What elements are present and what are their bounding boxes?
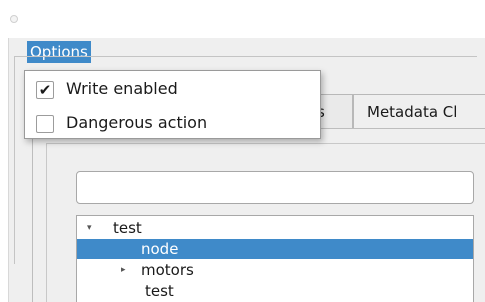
menu-item-write-enabled[interactable]: ✔ Write enabled (25, 72, 320, 105)
checkbox-unchecked-icon[interactable] (36, 115, 54, 133)
tree-row-label: motors (141, 261, 194, 279)
tree-row-node[interactable]: node (77, 239, 473, 259)
tree-row-label: test (145, 282, 174, 300)
tab-metadata[interactable]: Metadata Cl (353, 94, 485, 128)
menu-item-label: Dangerous action (66, 113, 208, 132)
tree-row-test-root[interactable]: ▾ test (77, 218, 473, 238)
tab-bar: s Metadata Cl (310, 94, 485, 128)
tree-row-test-child[interactable]: test (77, 281, 473, 301)
menu-item-dangerous-action[interactable]: Dangerous action (25, 106, 320, 139)
tree-row-label: node (141, 240, 179, 258)
window-control-icon[interactable] (10, 15, 18, 23)
chevron-down-icon[interactable]: ▾ (87, 218, 92, 238)
tree-row-motors[interactable]: ▸ motors (77, 260, 473, 280)
options-dropdown-menu: ✔ Write enabled Dangerous action (24, 70, 321, 139)
tree-view[interactable]: ▾ test node ▸ motors test (76, 215, 474, 302)
search-input[interactable] (76, 171, 474, 204)
tree-row-label: test (113, 219, 142, 237)
menu-item-label: Write enabled (66, 79, 178, 98)
checkbox-checked-icon[interactable]: ✔ (36, 81, 54, 99)
title-bar (0, 0, 485, 38)
chevron-right-icon[interactable]: ▸ (121, 260, 126, 280)
